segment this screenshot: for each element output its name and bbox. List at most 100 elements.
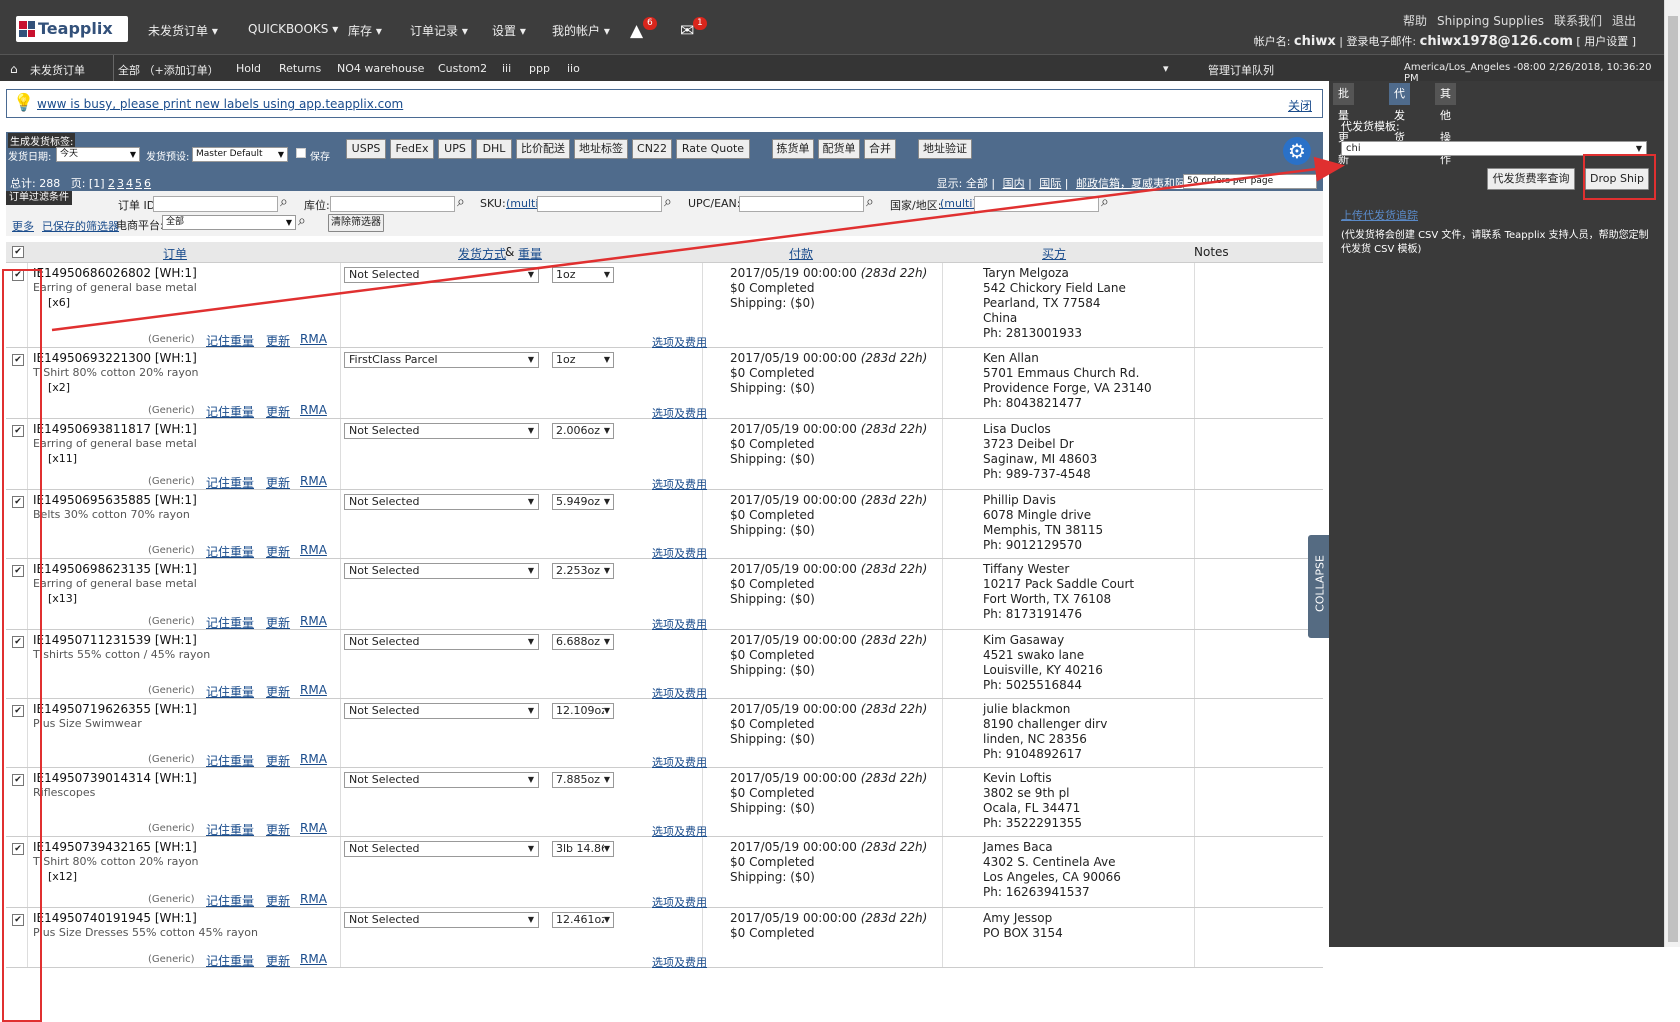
merge-button[interactable]: 合并 — [864, 139, 896, 159]
order-id[interactable]: IE14950698623135 [WH:1] — [33, 562, 197, 576]
ship-method-select[interactable]: Not Selected — [344, 634, 539, 650]
menu-my-account[interactable]: 我的帐户 ▾ — [552, 22, 610, 39]
usps-button[interactable]: USPS — [346, 139, 386, 159]
rma-link[interactable]: RMA — [300, 403, 327, 417]
remember-weight-link[interactable]: 记住重量 — [206, 821, 254, 838]
search-icon[interactable]: ⌕ — [866, 194, 874, 210]
ship-method-select[interactable]: FirstClass Parcel — [344, 352, 539, 368]
remember-weight-link[interactable]: 记住重量 — [206, 892, 254, 909]
update-link[interactable]: 更新 — [266, 821, 290, 838]
ship-method-select[interactable]: Not Selected — [344, 563, 539, 579]
tab-iio[interactable]: iio — [567, 62, 580, 75]
rate-quote-button[interactable]: Rate Quote — [676, 139, 750, 159]
tab-custom2[interactable]: Custom2 — [438, 62, 487, 75]
tab-all[interactable]: 全部 （+添加订单） — [118, 62, 219, 78]
row-checkbox[interactable]: ✔ — [12, 636, 24, 648]
order-id[interactable]: IE14950739014314 [WH:1] — [33, 771, 197, 785]
order-id[interactable]: IE14950739432165 [WH:1] — [33, 840, 197, 854]
ship-method-select[interactable]: Not Selected — [344, 423, 539, 439]
order-id-input[interactable] — [153, 196, 278, 212]
notice-close-link[interactable]: 关闭 — [1288, 97, 1312, 114]
page-link[interactable]: 6 — [144, 177, 151, 190]
help-link[interactable]: 帮助 — [1403, 14, 1427, 28]
rma-link[interactable]: RMA — [300, 683, 327, 697]
rma-link[interactable]: RMA — [300, 892, 327, 906]
search-icon[interactable]: ⌕ — [457, 194, 465, 210]
buyer-address[interactable]: Amy Jessop PO BOX 3154 — [983, 911, 1063, 941]
teapplix-logo[interactable]: Teapplix — [16, 16, 128, 42]
search-icon[interactable]: ⌕ — [298, 213, 306, 229]
notice-link[interactable]: www is busy, please print new labels usi… — [37, 97, 403, 111]
col-buyer[interactable]: 买方 — [1042, 245, 1066, 262]
rma-link[interactable]: RMA — [300, 332, 327, 346]
order-id[interactable]: IE14950711231539 [WH:1] — [33, 633, 197, 647]
update-link[interactable]: 更新 — [266, 543, 290, 560]
page-link[interactable]: 2 — [108, 177, 115, 190]
rma-link[interactable]: RMA — [300, 614, 327, 628]
update-link[interactable]: 更新 — [266, 752, 290, 769]
weight-select[interactable]: 2.006oz — [552, 423, 614, 439]
search-icon[interactable]: ⌕ — [664, 194, 672, 210]
buyer-address[interactable]: Lisa Duclos 3723 Deibel Dr Saginaw, MI 486… — [983, 422, 1097, 482]
menu-settings[interactable]: 设置 ▾ — [492, 22, 526, 39]
weight-select[interactable]: 3lb 14.86 — [552, 841, 614, 857]
row-checkbox[interactable]: ✔ — [12, 425, 24, 437]
shipping-supplies-link[interactable]: Shipping Supplies — [1437, 14, 1544, 28]
menu-order-history[interactable]: 订单记录 ▾ — [410, 22, 468, 39]
col-weight[interactable]: 重量 — [518, 245, 542, 262]
remember-weight-link[interactable]: 记住重量 — [206, 474, 254, 491]
remember-weight-link[interactable]: 记住重量 — [206, 332, 254, 349]
pick-list-button[interactable]: 拣货单 — [772, 139, 814, 159]
manage-queue-link[interactable]: 管理订单队列 — [1208, 62, 1274, 78]
search-icon[interactable]: ⌕ — [1101, 194, 1109, 210]
tab-iii[interactable]: iii — [502, 62, 511, 75]
buyer-address[interactable]: Phillip Davis 6078 Mingle drive Memphis, T… — [983, 493, 1103, 553]
buyer-address[interactable]: Taryn Melgoza 542 Chickory Field Lane Pear… — [983, 266, 1126, 341]
weight-select[interactable]: 12.461oz — [552, 912, 614, 928]
fedex-button[interactable]: FedEx — [390, 139, 434, 159]
order-id[interactable]: IE14950686026802 [WH:1] — [33, 266, 197, 280]
ship-date-select[interactable]: 今天 — [56, 147, 140, 162]
col-ship-method[interactable]: 发货方式 — [458, 245, 506, 262]
rma-link[interactable]: RMA — [300, 474, 327, 488]
remember-weight-link[interactable]: 记住重量 — [206, 683, 254, 700]
update-link[interactable]: 更新 — [266, 332, 290, 349]
row-checkbox[interactable]: ✔ — [12, 774, 24, 786]
ship-method-select[interactable]: Not Selected — [344, 841, 539, 857]
filter-international[interactable]: 国际 — [1039, 177, 1061, 190]
rma-link[interactable]: RMA — [300, 752, 327, 766]
platform-select[interactable]: 全部 — [162, 215, 296, 230]
buyer-address[interactable]: Tiffany Wester 10217 Pack Saddle Court For… — [983, 562, 1134, 622]
ship-method-select[interactable]: Not Selected — [344, 772, 539, 788]
row-checkbox[interactable]: ✔ — [12, 705, 24, 717]
buyer-address[interactable]: Kim Gasaway 4521 swako lane Louisville, KY… — [983, 633, 1103, 693]
address-verify-button[interactable]: 地址验证 — [918, 139, 972, 159]
order-id[interactable]: IE14950740191945 [WH:1] — [33, 911, 197, 925]
search-icon[interactable]: ⌕ — [280, 194, 288, 210]
ship-method-select[interactable]: Not Selected — [344, 703, 539, 719]
page-link[interactable]: 3 — [117, 177, 124, 190]
preset-select[interactable]: Master Default — [192, 147, 288, 162]
row-checkbox[interactable]: ✔ — [12, 354, 24, 366]
rma-link[interactable]: RMA — [300, 543, 327, 557]
select-all-checkbox[interactable]: ✔ — [12, 246, 24, 258]
weight-select[interactable]: 1oz — [552, 352, 614, 368]
menu-quickbooks[interactable]: QUICKBOOKS ▾ — [248, 22, 338, 36]
warehouse-input[interactable] — [330, 196, 455, 212]
dropship-rate-query-button[interactable]: 代发货费率查询 — [1487, 168, 1575, 190]
filter-domestic[interactable]: 国内 — [1003, 177, 1025, 190]
page-scrollbar[interactable] — [1664, 0, 1680, 947]
weight-select[interactable]: 1oz — [552, 267, 614, 283]
col-payment[interactable]: 付款 — [789, 245, 813, 262]
remember-weight-link[interactable]: 记住重量 — [206, 952, 254, 969]
gear-icon[interactable]: ⚙ — [1283, 137, 1311, 165]
update-link[interactable]: 更新 — [266, 952, 290, 969]
rma-link[interactable]: RMA — [300, 821, 327, 835]
show-all[interactable]: 全部 — [966, 177, 988, 190]
scrollbar-thumb[interactable] — [1668, 16, 1678, 942]
contact-link[interactable]: 联系我们 — [1554, 14, 1602, 28]
sku-input[interactable] — [537, 196, 662, 212]
home-icon[interactable]: ⌂ — [10, 62, 18, 76]
per-page-select[interactable]: 50 orders per page — [1183, 174, 1317, 189]
upload-tracking-link[interactable]: 上传代发货追踪 — [1341, 207, 1418, 223]
